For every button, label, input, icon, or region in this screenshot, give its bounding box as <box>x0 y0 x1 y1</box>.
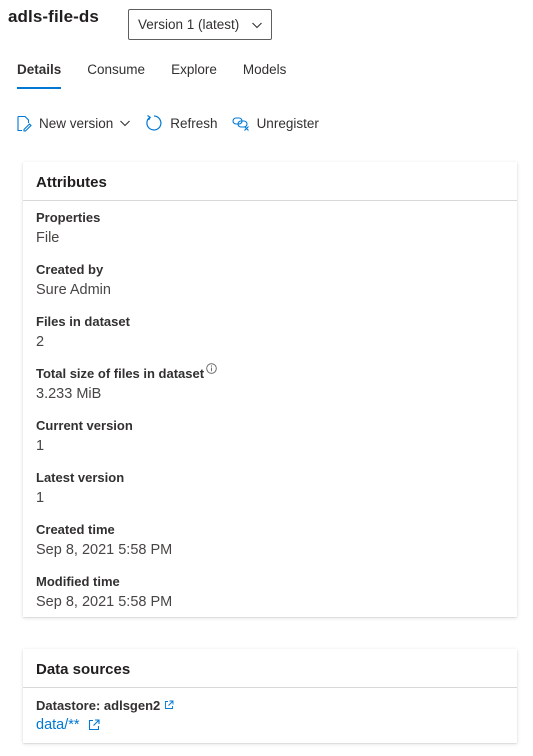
dataset-details-page: adls-file-ds Version 1 (latest) Details … <box>0 0 533 756</box>
unlink-icon <box>232 117 249 131</box>
chevron-down-icon <box>252 22 262 29</box>
external-link-icon[interactable] <box>164 700 174 710</box>
attr-label-row: Total size of files in dataset <box>36 363 217 381</box>
attr-label: Files in dataset <box>36 314 130 329</box>
attr-value: Sep 8, 2021 5:58 PM <box>36 594 173 610</box>
tab-details[interactable]: Details <box>17 62 62 89</box>
version-dropdown[interactable]: Version 1 (latest) <box>128 9 272 40</box>
tab-explore[interactable]: Explore <box>171 62 217 89</box>
refresh-label: Refresh <box>170 115 218 131</box>
attr-created-by: Created by Sure Admin <box>36 262 111 298</box>
datastore-label: Datastore: adlsgen2 <box>36 698 161 713</box>
edit-document-icon <box>17 115 32 132</box>
attr-label: Total size of files in dataset <box>36 366 205 381</box>
external-link-icon <box>88 719 100 731</box>
tab-consume[interactable]: Consume <box>87 62 145 89</box>
attr-value: 2 <box>36 334 45 350</box>
refresh-icon <box>146 115 162 131</box>
attr-label: Created by <box>36 262 104 277</box>
attr-current-version: Current version 1 <box>36 418 133 454</box>
data-sources-card: Data sources Datastore: adlsgen2 data/** <box>23 649 517 743</box>
chevron-down-icon <box>120 120 131 127</box>
attr-latest-version: Latest version 1 <box>36 470 124 506</box>
data-sources-heading: Data sources <box>23 649 517 688</box>
attr-label: Created time <box>36 522 115 537</box>
attr-value: 1 <box>36 490 45 506</box>
page-title: adls-file-ds <box>8 7 99 26</box>
new-version-label: New version <box>39 115 114 131</box>
datastore-path-link[interactable]: data/** <box>36 717 100 733</box>
attributes-card: Attributes Properties File Created by Su… <box>23 162 517 617</box>
attr-value: 1 <box>36 438 45 454</box>
datastore-label-row: Datastore: adlsgen2 <box>36 698 174 713</box>
datastore-path-text: data/** <box>36 717 80 733</box>
version-dropdown-value: Version 1 (latest) <box>138 17 240 32</box>
attr-value: File <box>36 230 60 246</box>
attr-label: Latest version <box>36 470 125 485</box>
attr-label: Modified time <box>36 574 120 589</box>
attr-label: Properties <box>36 210 101 225</box>
attr-modified-time: Modified time Sep 8, 2021 5:58 PM <box>36 574 172 610</box>
attr-value: Sep 8, 2021 5:58 PM <box>36 542 173 558</box>
attributes-heading: Attributes <box>23 162 517 201</box>
attr-label: Current version <box>36 418 133 433</box>
tab-models[interactable]: Models <box>243 62 287 89</box>
attr-created-time: Created time Sep 8, 2021 5:58 PM <box>36 522 172 558</box>
unregister-label: Unregister <box>256 115 319 131</box>
attr-value: Sure Admin <box>36 282 111 298</box>
attr-value: 3.233 MiB <box>36 386 102 402</box>
info-icon[interactable] <box>206 363 217 374</box>
unregister-button[interactable]: Unregister <box>232 115 319 131</box>
attr-properties: Properties File <box>36 210 100 246</box>
new-version-button[interactable]: New version <box>15 115 131 132</box>
tab-bar: Details Consume Explore Models <box>17 62 312 89</box>
command-bar: New version Refresh Unregister <box>15 114 333 132</box>
attr-files-in-dataset: Files in dataset 2 <box>36 314 130 350</box>
refresh-button[interactable]: Refresh <box>145 114 218 132</box>
attr-total-size: Total size of files in dataset 3.233 MiB <box>36 363 217 402</box>
